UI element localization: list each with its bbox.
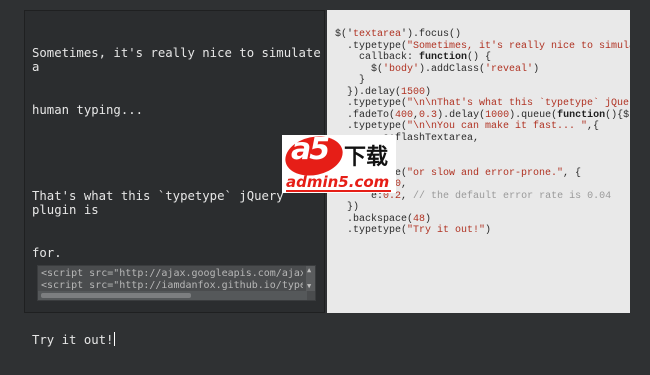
code-token: function xyxy=(419,52,468,64)
code-line: }) xyxy=(335,202,630,214)
code-token: $(' xyxy=(335,29,354,40)
code-line: .typetype("\n\nThat's what this `typetyp… xyxy=(335,98,630,110)
logo-underline xyxy=(286,190,391,192)
typed-line-text: Try it out! xyxy=(32,332,114,347)
typed-line: Sometimes, it's really nice to simulate … xyxy=(32,45,329,74)
code-token: "Try it out!" xyxy=(407,225,486,237)
code-token: ).queue( xyxy=(509,109,558,121)
vertical-scrollbar[interactable]: ▲ ▼ xyxy=(306,266,315,291)
code-token: 1000 xyxy=(485,109,510,121)
code-token: ).addClass( xyxy=(419,63,486,75)
code-token: 0.3 xyxy=(419,109,438,121)
code-token: ) xyxy=(485,225,492,237)
code-token: ) xyxy=(425,86,432,98)
code-token: (){$(' xyxy=(605,109,630,121)
script-tag-line: <script src="http://ajax.googleapis.com/… xyxy=(41,268,303,279)
code-token: ) xyxy=(425,213,432,225)
typed-line-last: Try it out! xyxy=(32,331,322,347)
code-token: "\n\nThat's what this `typetype` jQuery xyxy=(407,98,630,110)
logo-domain: admin5.com xyxy=(286,173,390,191)
code-token: .typetype( xyxy=(335,40,408,52)
code-token: 'reveal' xyxy=(485,63,534,75)
typed-line: That's what this `typetype` jQuery plugi… xyxy=(32,188,292,217)
code-line: } xyxy=(335,75,630,87)
code-token: ').focus() xyxy=(401,29,462,40)
scroll-thumb[interactable] xyxy=(41,293,191,298)
code-token: }) xyxy=(335,202,360,214)
code-line: $('textarea').focus() xyxy=(335,29,630,41)
code-block: $('textarea').focus() .typetype("Sometim… xyxy=(335,29,630,237)
horizontal-scrollbar[interactable] xyxy=(38,291,307,300)
code-token: textarea xyxy=(353,29,402,40)
scroll-up-icon[interactable]: ▲ xyxy=(307,267,311,274)
code-token: $( xyxy=(335,63,384,75)
code-token: ,{ xyxy=(587,121,600,133)
code-line: .fadeTo(400,0.3).delay(1000).queue(funct… xyxy=(335,110,630,122)
code-token: .typetype( xyxy=(335,121,408,133)
code-token: , xyxy=(401,179,408,191)
code-line: .typetype("\n\nYou can make it fast... "… xyxy=(335,121,630,133)
code-line: callback: function() { xyxy=(335,52,630,64)
code-token: 1500 xyxy=(401,86,426,98)
watermark-logo: a5 下载 admin5.com xyxy=(282,135,396,193)
code-token: // the default error rate is 0.04 xyxy=(413,190,612,202)
code-token: () { xyxy=(467,52,492,64)
code-token: .backspace( xyxy=(335,213,414,225)
code-token: }).delay( xyxy=(335,86,402,98)
typed-text: Sometimes, it's really nice to simulate … xyxy=(32,17,322,375)
code-token: ).delay( xyxy=(437,109,486,121)
code-token: .fadeTo( xyxy=(335,109,396,121)
code-line: $('body').addClass('reveal') xyxy=(335,64,630,76)
code-token: .typetype( xyxy=(335,225,408,237)
code-token: ) xyxy=(533,63,540,75)
typed-line: human typing... xyxy=(32,102,144,117)
code-line: }).delay(1500) xyxy=(335,87,630,99)
typing-textarea[interactable]: Sometimes, it's really nice to simulate … xyxy=(24,10,325,347)
code-line: .backspace(48) xyxy=(335,214,630,226)
code-token: "\n\nYou can make it fast... " xyxy=(407,121,588,133)
logo-mark: a5 xyxy=(291,135,330,167)
code-line: .typetype("Try it out!") xyxy=(335,225,630,237)
typed-line xyxy=(32,146,322,160)
code-line: .typetype("Sometimes, it's really nice t… xyxy=(335,41,630,53)
code-token: .typetype( xyxy=(335,98,408,110)
typed-line: for. xyxy=(32,245,62,260)
code-token: "Sometimes, it's really nice to simulate xyxy=(407,40,630,52)
code-token: } xyxy=(335,75,366,87)
code-token: "or slow and error-prone." xyxy=(407,167,564,179)
code-token: 48 xyxy=(413,213,426,225)
scroll-down-icon[interactable]: ▼ xyxy=(307,283,311,290)
code-token: 'body' xyxy=(383,63,420,75)
logo-cn-text: 下载 xyxy=(344,145,389,170)
code-token: , xyxy=(401,190,414,202)
code-token: function xyxy=(557,109,606,121)
script-tags-box[interactable]: <script src="http://ajax.googleapis.com/… xyxy=(37,265,316,301)
code-token: , { xyxy=(563,167,582,179)
code-token: callback: xyxy=(335,52,420,64)
code-token: 400 xyxy=(395,109,414,121)
text-cursor xyxy=(114,331,116,346)
